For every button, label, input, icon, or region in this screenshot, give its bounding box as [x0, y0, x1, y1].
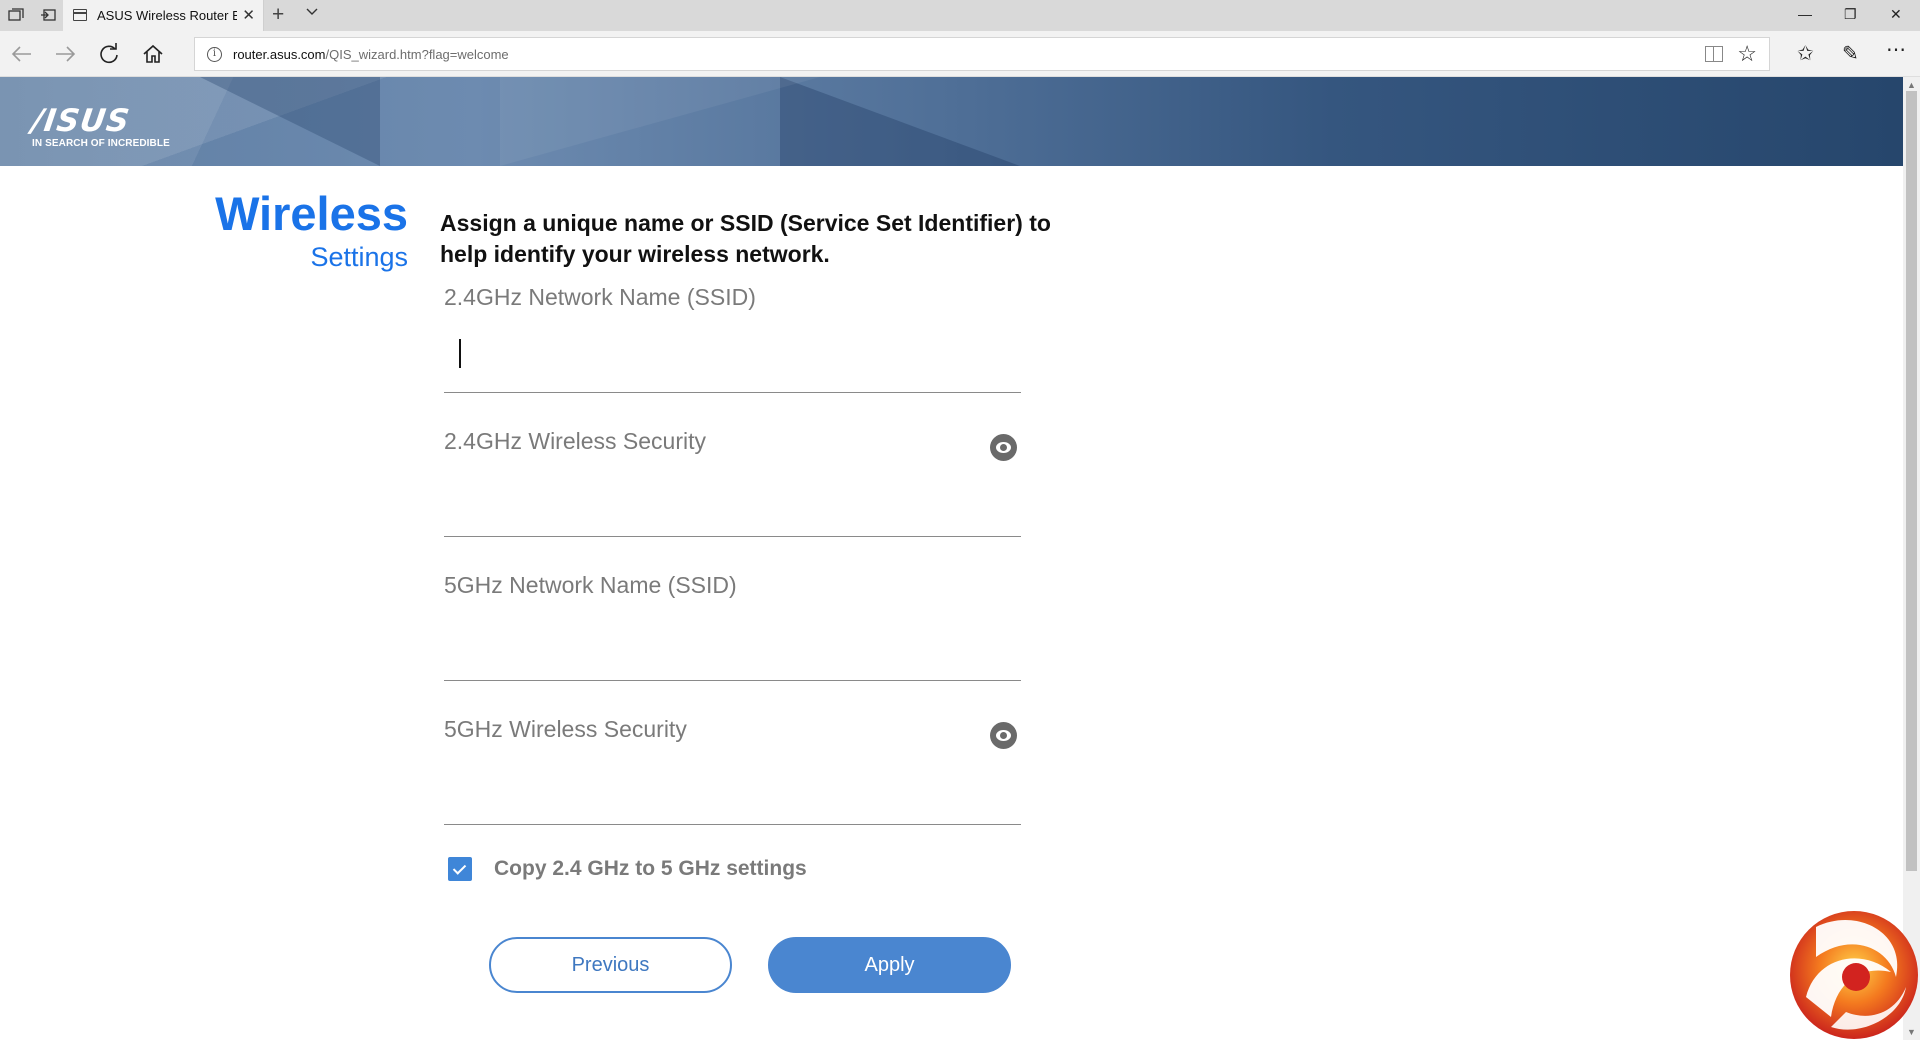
favorites-hub-icon[interactable]: ✩	[1797, 41, 1814, 66]
close-window-icon[interactable]: ✕	[1890, 6, 1902, 23]
asus-tagline: IN SEARCH OF INCREDIBLE	[32, 138, 170, 149]
wizard-heading: Wireless Settings	[215, 188, 408, 274]
ssid-24ghz-label: 2.4GHz Network Name (SSID)	[444, 284, 756, 310]
favorite-star-icon[interactable]: ☆	[1737, 41, 1757, 67]
minimize-icon[interactable]: —	[1798, 6, 1812, 22]
text-cursor	[459, 339, 461, 368]
corner-watermark-logo	[1790, 911, 1918, 1039]
security-24ghz-field: 2.4GHz Wireless Security	[444, 414, 1021, 537]
asus-logo: /ISUS IN SEARCH OF INCREDIBLE	[29, 103, 170, 149]
reading-view-icon[interactable]	[1705, 46, 1723, 62]
page-subtitle: Settings	[310, 242, 408, 272]
web-note-pen-icon[interactable]: ✎	[1842, 41, 1859, 66]
asus-header-banner: /ISUS IN SEARCH OF INCREDIBLE	[0, 77, 1903, 166]
apply-button[interactable]: Apply	[768, 937, 1011, 993]
security-5ghz-input[interactable]	[444, 764, 984, 804]
ssid-24ghz-input[interactable]	[444, 332, 984, 372]
set-aside-tabs-icon[interactable]	[40, 8, 56, 22]
tab-title: ASUS Wireless Router B	[97, 8, 237, 23]
eye-icon[interactable]	[990, 434, 1017, 461]
more-options-icon[interactable]: ⋯	[1886, 37, 1906, 62]
security-5ghz-field: 5GHz Wireless Security	[444, 702, 1021, 825]
browser-tab-active[interactable]: ASUS Wireless Router B ✕	[63, 0, 264, 31]
new-tab-plus-icon[interactable]: +	[272, 3, 284, 27]
security-24ghz-label: 2.4GHz Wireless Security	[444, 428, 707, 454]
close-tab-icon[interactable]: ✕	[242, 6, 255, 24]
tab-groups-icon[interactable]	[8, 8, 24, 22]
refresh-icon[interactable]	[97, 42, 121, 66]
ssid-5ghz-input[interactable]	[444, 620, 984, 660]
scrollbar-thumb[interactable]	[1906, 91, 1917, 871]
page-viewport: /ISUS IN SEARCH OF INCREDIBLE Wireless S…	[0, 77, 1920, 1040]
copy-settings-label[interactable]: Copy 2.4 GHz to 5 GHz settings	[494, 857, 807, 881]
wizard-description: Assign a unique name or SSID (Service Se…	[440, 210, 1051, 267]
forward-arrow-icon[interactable]	[53, 42, 77, 66]
url-text[interactable]: router.asus.com/QIS_wizard.htm?flag=welc…	[233, 47, 509, 62]
scroll-up-arrow-icon[interactable]: ▲	[1907, 80, 1916, 90]
ssid-5ghz-label: 5GHz Network Name (SSID)	[444, 572, 737, 598]
address-bar[interactable]: i router.asus.com/QIS_wizard.htm?flag=we…	[194, 37, 1770, 71]
asus-logo-word: /ISUS	[29, 103, 133, 139]
previous-button[interactable]: Previous	[489, 937, 732, 993]
eye-icon[interactable]	[990, 722, 1017, 749]
copy-settings-checkbox[interactable]	[448, 857, 472, 881]
back-arrow-icon[interactable]	[10, 42, 34, 66]
ssid-24ghz-field: 2.4GHz Network Name (SSID)	[444, 270, 1021, 393]
security-5ghz-label: 5GHz Wireless Security	[444, 716, 687, 742]
browser-navigation-bar: i router.asus.com/QIS_wizard.htm?flag=we…	[0, 31, 1920, 77]
page-favicon-icon	[73, 9, 87, 21]
restore-icon[interactable]: ❐	[1844, 6, 1857, 23]
security-24ghz-input[interactable]	[444, 476, 984, 516]
page-title: Wireless	[215, 187, 408, 240]
home-icon[interactable]	[141, 42, 165, 66]
browser-tab-bar: ASUS Wireless Router B ✕ + — ❐ ✕	[0, 0, 1920, 31]
tab-list-chevron-icon[interactable]	[305, 5, 319, 19]
ssid-5ghz-field: 5GHz Network Name (SSID)	[444, 558, 1021, 681]
site-info-icon[interactable]: i	[207, 47, 222, 62]
